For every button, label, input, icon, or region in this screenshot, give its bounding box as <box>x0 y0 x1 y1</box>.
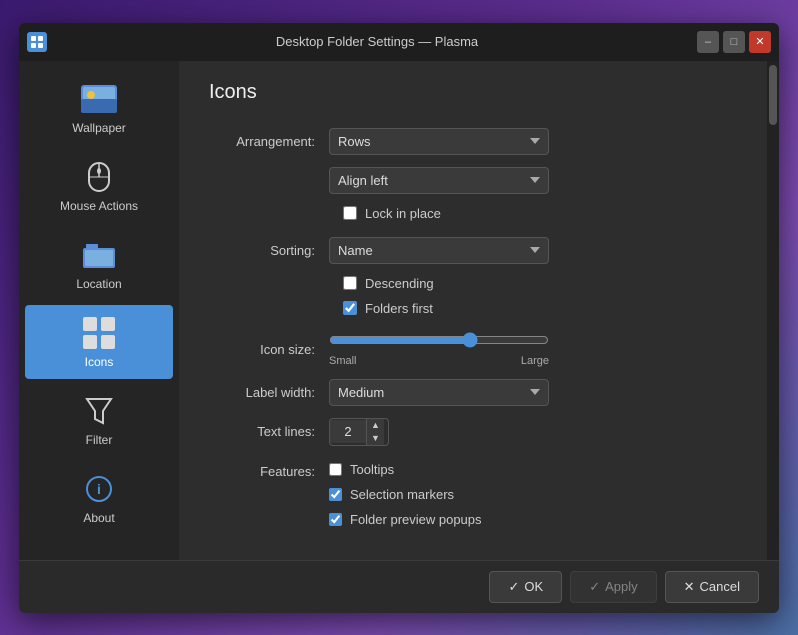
scrollbar-thumb[interactable] <box>769 65 777 125</box>
sidebar: Wallpaper Mouse Actions <box>19 61 179 560</box>
label-width-row: Label width: Small Medium Large Very lar… <box>209 379 737 406</box>
folder-preview-checkbox[interactable] <box>329 513 342 526</box>
tooltips-label[interactable]: Tooltips <box>350 462 394 477</box>
descending-label[interactable]: Descending <box>365 276 434 291</box>
icon-size-small-label: Small <box>329 355 357 367</box>
sidebar-location-label: Location <box>76 277 121 291</box>
sidebar-mouse-label: Mouse Actions <box>60 199 138 213</box>
ok-checkmark-icon: ✓ <box>508 579 519 595</box>
folders-first-checkbox[interactable] <box>343 301 357 315</box>
cancel-label: Cancel <box>700 579 740 594</box>
icon-size-label: Icon size: <box>209 342 329 357</box>
lock-in-place-label[interactable]: Lock in place <box>365 206 441 221</box>
arrangement-row: Arrangement: Rows Columns <box>209 128 737 155</box>
sidebar-filter-label: Filter <box>86 433 113 447</box>
about-icon: i <box>81 471 117 507</box>
mouse-actions-icon <box>81 159 117 195</box>
spinbox-down-button[interactable]: ▼ <box>367 432 384 445</box>
sorting-row: Sorting: Name Size Date Type <box>209 237 737 264</box>
sorting-dropdown[interactable]: Name Size Date Type <box>329 237 549 264</box>
arrangement-control: Rows Columns <box>329 128 549 155</box>
icon-size-slider[interactable] <box>329 332 549 348</box>
text-lines-row: Text lines: ▲ ▼ <box>209 418 737 446</box>
close-button[interactable]: ✕ <box>749 31 771 53</box>
sidebar-item-location[interactable]: Location <box>25 227 173 301</box>
spinbox-buttons: ▲ ▼ <box>366 419 384 445</box>
lock-in-place-row: Lock in place <box>343 206 737 221</box>
main-window: Desktop Folder Settings — Plasma – □ ✕ W… <box>19 23 779 613</box>
align-control: Align left Align right Align center <box>329 167 549 194</box>
page-title: Icons <box>209 81 737 104</box>
footer: ✓ OK ✓ Apply ✕ Cancel <box>19 560 779 613</box>
icon-size-row: Icon size: Small Large <box>209 332 737 367</box>
arrangement-label: Arrangement: <box>209 134 329 149</box>
scrollbar[interactable] <box>767 61 779 560</box>
selection-markers-label[interactable]: Selection markers <box>350 487 454 502</box>
apply-checkmark-icon: ✓ <box>589 579 600 595</box>
icon-size-slider-container: Small Large <box>329 332 549 367</box>
icon-size-slider-track <box>329 332 549 353</box>
filter-icon <box>81 393 117 429</box>
sorting-label: Sorting: <box>209 243 329 258</box>
main-content: Wallpaper Mouse Actions <box>19 61 779 560</box>
maximize-button[interactable]: □ <box>723 31 745 53</box>
icon-size-labels: Small Large <box>329 355 549 367</box>
ok-label: OK <box>524 579 543 594</box>
features-row: Features: Tooltips Selection markers <box>209 462 737 527</box>
spinbox-up-button[interactable]: ▲ <box>367 419 384 432</box>
descending-row: Descending <box>343 276 737 291</box>
app-icon <box>27 32 47 52</box>
folders-first-label[interactable]: Folders first <box>365 301 433 316</box>
folder-preview-label[interactable]: Folder preview popups <box>350 512 482 527</box>
window-controls: – □ ✕ <box>697 31 771 53</box>
icons-icon <box>81 315 117 351</box>
selection-markers-checkbox[interactable] <box>329 488 342 501</box>
window-title: Desktop Folder Settings — Plasma <box>57 34 697 49</box>
titlebar: Desktop Folder Settings — Plasma – □ ✕ <box>19 23 779 61</box>
cancel-x-icon: ✕ <box>684 579 695 595</box>
lock-in-place-checkbox[interactable] <box>343 206 357 220</box>
align-row: Align left Align right Align center <box>209 167 737 194</box>
descending-checkbox[interactable] <box>343 276 357 290</box>
text-lines-spinbox: ▲ ▼ <box>329 418 389 446</box>
sidebar-item-about[interactable]: i About <box>25 461 173 535</box>
arrangement-dropdown[interactable]: Rows Columns <box>329 128 549 155</box>
svg-text:i: i <box>97 481 101 497</box>
sidebar-item-filter[interactable]: Filter <box>25 383 173 457</box>
apply-label: Apply <box>605 579 638 594</box>
minimize-button[interactable]: – <box>697 31 719 53</box>
label-width-label: Label width: <box>209 385 329 400</box>
apply-button[interactable]: ✓ Apply <box>570 571 656 603</box>
sidebar-item-mouse-actions[interactable]: Mouse Actions <box>25 149 173 223</box>
tooltips-checkbox[interactable] <box>329 463 342 476</box>
location-icon <box>81 237 117 273</box>
icon-size-large-label: Large <box>521 355 549 367</box>
sidebar-item-wallpaper[interactable]: Wallpaper <box>25 71 173 145</box>
align-dropdown[interactable]: Align left Align right Align center <box>329 167 549 194</box>
sidebar-icons-label: Icons <box>85 355 114 369</box>
sidebar-item-icons[interactable]: Icons <box>25 305 173 379</box>
features-checkboxes: Tooltips Selection markers Folder previe… <box>329 462 482 527</box>
content-area: Icons Arrangement: Rows Columns <box>179 61 767 560</box>
sidebar-wallpaper-label: Wallpaper <box>72 121 126 135</box>
wallpaper-icon <box>81 81 117 117</box>
text-lines-input[interactable] <box>330 420 366 443</box>
sorting-control: Name Size Date Type <box>329 237 549 264</box>
label-width-control: Small Medium Large Very large <box>329 379 549 406</box>
sidebar-about-label: About <box>83 511 114 525</box>
features-label: Features: <box>209 462 329 479</box>
ok-button[interactable]: ✓ OK <box>489 571 562 603</box>
cancel-button[interactable]: ✕ Cancel <box>665 571 759 603</box>
label-width-dropdown[interactable]: Small Medium Large Very large <box>329 379 549 406</box>
text-lines-label: Text lines: <box>209 424 329 439</box>
folders-first-row: Folders first <box>343 301 737 316</box>
